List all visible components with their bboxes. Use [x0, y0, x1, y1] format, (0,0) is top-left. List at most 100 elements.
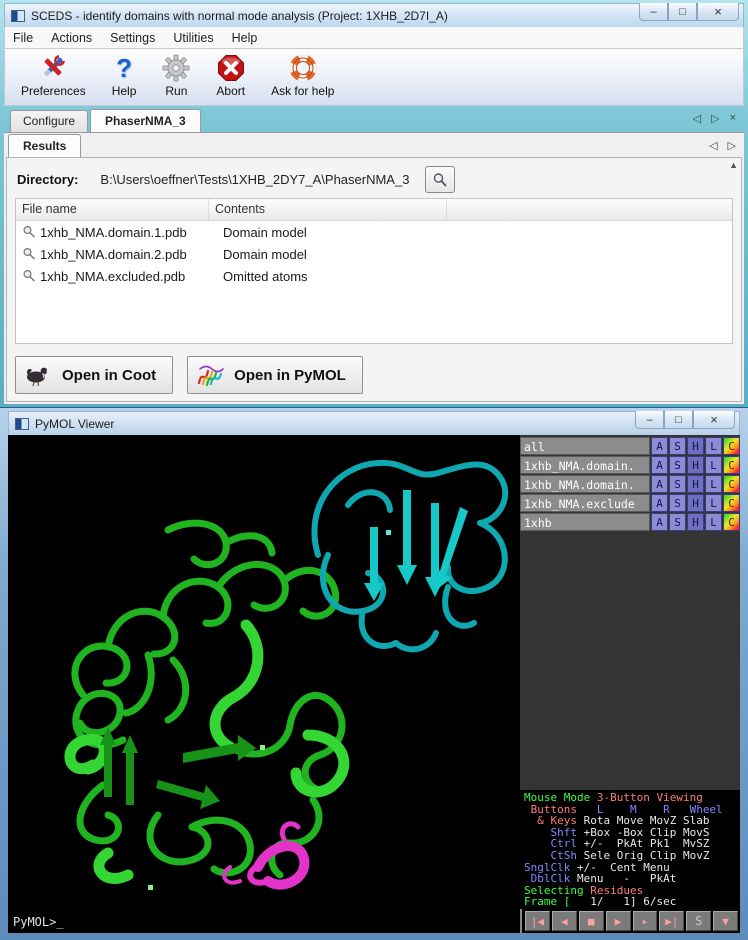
file-name-cell: 1xhb_NMA.excluded.pdb	[40, 269, 217, 284]
open-in-coot-button[interactable]: Open in Coot	[15, 356, 173, 394]
minimize-button[interactable]: –	[639, 3, 668, 21]
sceds-window-title: SCEDS - identify domains with normal mod…	[31, 9, 448, 23]
object-button-s[interactable]: S	[669, 513, 686, 531]
object-button-h[interactable]: H	[687, 475, 704, 493]
menu-actions[interactable]: Actions	[51, 31, 92, 45]
object-button-s[interactable]: S	[669, 475, 686, 493]
object-button-l[interactable]: L	[705, 494, 722, 512]
inner-next-arrow[interactable]: ▷	[728, 139, 736, 152]
inner-tab-strip: Results ◁ ▷	[4, 133, 744, 157]
object-button-c[interactable]: C	[723, 475, 740, 493]
playback-controls: |◀◀■▶▸▶|S▼	[520, 909, 740, 933]
skip-start-button[interactable]: |◀	[525, 911, 550, 931]
minimize-button[interactable]: –	[635, 411, 664, 429]
object-button-c[interactable]: C	[723, 437, 740, 455]
open-buttons-row: Open in Coot Open in PyMOL	[15, 356, 377, 394]
skip-end-button[interactable]: ▶|	[659, 911, 684, 931]
object-button-c[interactable]: C	[723, 456, 740, 474]
table-row[interactable]: 1xhb_NMA.excluded.pdbOmitted atoms	[16, 265, 732, 287]
pymol-object-row: 1xhb_NMA.excludeASHLC	[520, 494, 740, 512]
object-button-a[interactable]: A	[651, 437, 668, 455]
object-button-h[interactable]: H	[687, 437, 704, 455]
sceds-titlebar[interactable]: SCEDS - identify domains with normal mod…	[4, 3, 744, 27]
gear-icon	[162, 53, 190, 83]
object-button-l[interactable]: L	[705, 475, 722, 493]
pymol-command-prompt[interactable]: PyMOL>_	[13, 915, 64, 929]
tab-phasernma-3[interactable]: PhaserNMA_3	[90, 109, 201, 133]
object-name[interactable]: 1xhb_NMA.exclude	[520, 494, 650, 512]
object-button-c[interactable]: C	[723, 513, 740, 531]
table-row[interactable]: 1xhb_NMA.domain.1.pdbDomain model	[16, 221, 732, 243]
help-button[interactable]: ? Help	[106, 52, 143, 99]
pymol-ribbon-icon	[196, 363, 226, 387]
menu-settings[interactable]: Settings	[110, 31, 155, 45]
stop-button[interactable]: ■	[579, 911, 604, 931]
directory-row: Directory: B:\Users\oeffner\Tests\1XHB_2…	[17, 166, 455, 193]
pymol-object-row: 1xhb_NMA.domain.ASHLC	[520, 456, 740, 474]
tab-configure[interactable]: Configure	[10, 110, 88, 132]
pymol-window: PyMOL Viewer –□×	[0, 408, 748, 940]
sceds-app-icon	[11, 10, 25, 22]
tab-next-arrow[interactable]: ▷	[711, 112, 719, 125]
tab-close-icon[interactable]: ×	[730, 112, 736, 125]
object-button-s[interactable]: S	[669, 494, 686, 512]
object-button-h[interactable]: H	[687, 494, 704, 512]
column-contents[interactable]: Contents	[209, 199, 447, 220]
object-button-a[interactable]: A	[651, 513, 668, 531]
abort-button[interactable]: Abort	[210, 52, 251, 99]
preferences-button[interactable]: Preferences	[15, 52, 92, 99]
run-button[interactable]: Run	[156, 52, 196, 99]
inner-prev-arrow[interactable]: ◁	[709, 139, 717, 152]
maximize-button[interactable]: □	[668, 3, 697, 21]
ask-for-help-button[interactable]: Ask for help	[265, 52, 340, 99]
close-button[interactable]: ×	[697, 3, 739, 21]
menu-help[interactable]: Help	[232, 31, 258, 45]
step-back-button[interactable]: ◀	[552, 911, 577, 931]
object-button-s[interactable]: S	[669, 437, 686, 455]
tab-prev-arrow[interactable]: ◁	[693, 112, 701, 125]
protein-render	[8, 435, 520, 933]
object-button-l[interactable]: L	[705, 513, 722, 531]
pymol-viewport[interactable]: PyMOL>_	[8, 435, 520, 933]
object-button-c[interactable]: C	[723, 494, 740, 512]
directory-label: Directory:	[17, 172, 78, 187]
object-button-l[interactable]: L	[705, 456, 722, 474]
sceds-window-controls: –□×	[639, 3, 739, 21]
object-button-a[interactable]: A	[651, 456, 668, 474]
object-button-s[interactable]: S	[669, 456, 686, 474]
object-button-h[interactable]: H	[687, 456, 704, 474]
contents-cell: Omitted atoms	[217, 269, 455, 284]
menu-file[interactable]: File	[13, 31, 33, 45]
object-button-h[interactable]: H	[687, 513, 704, 531]
browse-button[interactable]	[425, 166, 455, 193]
sceds-window: SCEDS - identify domains with normal mod…	[0, 0, 748, 408]
maximize-button[interactable]: □	[664, 411, 693, 429]
pymol-app-icon	[15, 418, 29, 430]
object-name[interactable]: 1xhb	[520, 513, 650, 531]
object-button-l[interactable]: L	[705, 437, 722, 455]
object-name[interactable]: all	[520, 437, 650, 455]
close-button[interactable]: ×	[693, 411, 735, 429]
step-forward-button[interactable]: ▸	[633, 911, 658, 931]
lifebuoy-icon	[289, 53, 317, 83]
table-row[interactable]: 1xhb_NMA.domain.2.pdbDomain model	[16, 243, 732, 265]
file-rows: 1xhb_NMA.domain.1.pdbDomain model 1xhb_N…	[16, 221, 732, 287]
object-name[interactable]: 1xhb_NMA.domain.	[520, 475, 650, 493]
tab-results[interactable]: Results	[8, 134, 81, 158]
s-button[interactable]: S	[686, 911, 711, 931]
object-name[interactable]: 1xhb_NMA.domain.	[520, 456, 650, 474]
results-content: ▲ Directory: B:\Users\oeffner\Tests\1XHB…	[6, 157, 742, 402]
object-button-a[interactable]: A	[651, 494, 668, 512]
tools-icon	[38, 53, 68, 83]
open-in-pymol-button[interactable]: Open in PyMOL	[187, 356, 363, 394]
menu-utilities[interactable]: Utilities	[173, 31, 213, 45]
down-button[interactable]: ▼	[713, 911, 738, 931]
question-icon: ?	[116, 53, 132, 83]
scroll-up-arrow[interactable]: ▲	[729, 160, 738, 170]
pymol-titlebar[interactable]: PyMOL Viewer –□×	[8, 411, 740, 435]
play-button[interactable]: ▶	[606, 911, 631, 931]
column-file-name[interactable]: File name	[16, 199, 209, 220]
directory-path: B:\Users\oeffner\Tests\1XHB_2DY7_A\Phase…	[100, 172, 409, 187]
object-button-a[interactable]: A	[651, 475, 668, 493]
pymol-object-row: 1xhb_NMA.domain.ASHLC	[520, 475, 740, 493]
